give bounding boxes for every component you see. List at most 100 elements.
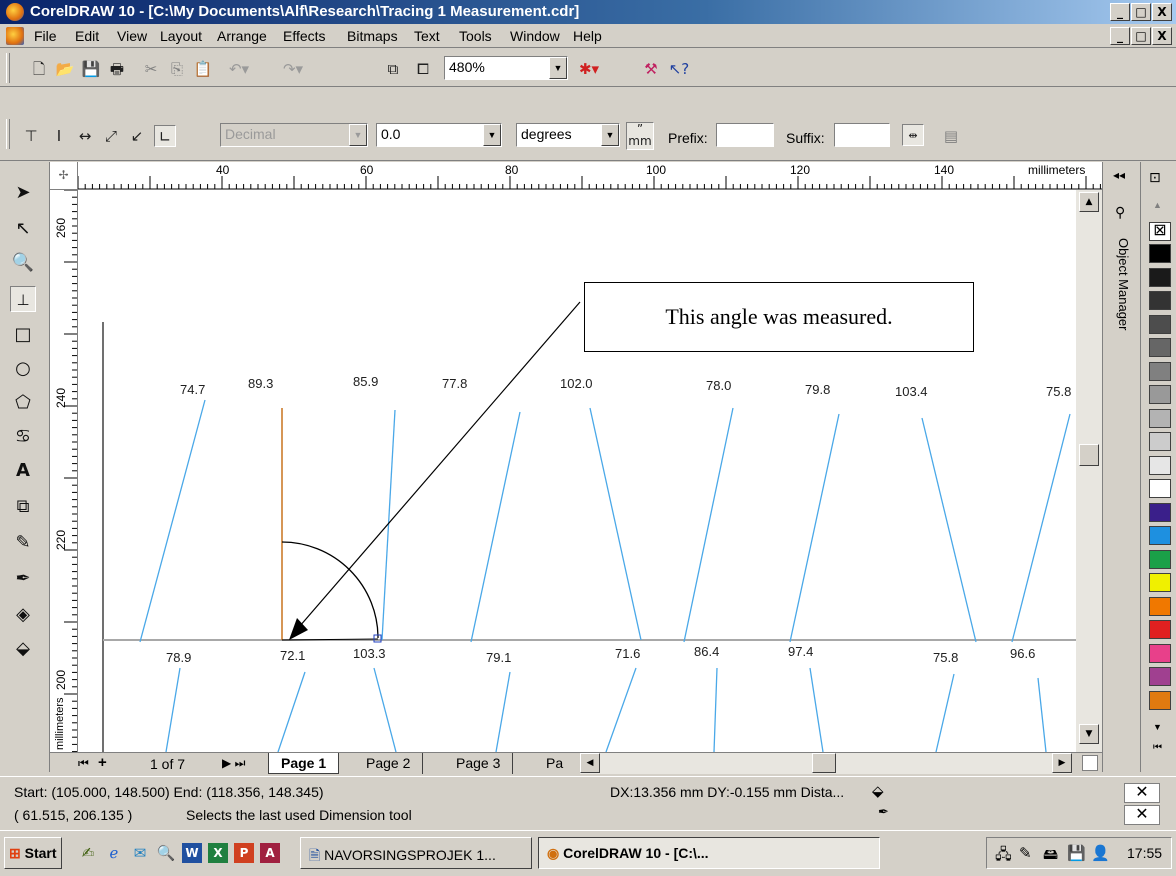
show-units-toggle[interactable]: ” mm	[626, 122, 654, 150]
scroll-up-arrow-icon[interactable]: ▲	[1079, 192, 1099, 212]
pick-tool-icon[interactable]: ➤	[10, 180, 36, 206]
text-position-icon[interactable]: ▤	[940, 125, 962, 147]
prefix-input[interactable]	[716, 123, 774, 147]
no-fill-swatch[interactable]: ⊠	[1149, 222, 1171, 241]
ellipse-tool-icon[interactable]: ○	[10, 356, 36, 382]
scroll-right-arrow-icon[interactable]: ▶	[1052, 753, 1072, 773]
object-manager-tab[interactable]: Object Manager	[1115, 238, 1131, 331]
outline-none-swatch[interactable]: ✕	[1124, 805, 1160, 825]
property-bar-grip[interactable]	[6, 119, 10, 149]
quicklaunch-powerpoint-icon[interactable]: P	[234, 843, 254, 863]
drawing-canvas[interactable]: This angle was measured. 74.7 89.3 85.9 …	[78, 190, 1076, 752]
tray-icon-1[interactable]: 🖧	[995, 844, 1012, 869]
callout-box[interactable]: This angle was measured.	[584, 282, 974, 352]
view-manager-icon[interactable]	[1082, 755, 1098, 771]
scroll-down-arrow-icon[interactable]: ▼	[1079, 724, 1099, 744]
maximize-button[interactable]: □	[1131, 3, 1151, 21]
eyedropper-icon[interactable]: ✎	[10, 530, 36, 556]
polygon-tool-icon[interactable]: ⬠	[10, 390, 36, 416]
angular-dimension-icon[interactable]: ∟	[154, 125, 176, 147]
color-swatch[interactable]	[1149, 244, 1171, 263]
menu-layout[interactable]: Layout	[160, 28, 202, 44]
object-manager-icon[interactable]: ⚲	[1115, 204, 1125, 221]
color-swatch[interactable]	[1149, 549, 1171, 569]
start-button[interactable]: ⊞ Start	[4, 837, 62, 869]
quicklaunch-outlook-icon[interactable]: ✉	[130, 843, 150, 863]
corel-online-icon[interactable]: ✱▾	[578, 58, 600, 80]
print-icon[interactable]: 🖶	[106, 58, 128, 80]
new-icon[interactable]: 🗋	[28, 58, 50, 80]
tab-page-3[interactable]: Page 3	[444, 753, 514, 774]
save-icon[interactable]: 💾	[80, 58, 102, 80]
color-swatch[interactable]	[1149, 314, 1171, 334]
task-word-document[interactable]: 🗎 NAVORSINGSPROJEK 1...	[300, 837, 532, 869]
menu-help[interactable]: Help	[573, 28, 602, 44]
quicklaunch-excel-icon[interactable]: X	[208, 843, 228, 863]
zoom-tool-icon[interactable]: 🔍	[10, 250, 36, 276]
color-swatch[interactable]	[1149, 479, 1171, 498]
outline-indicator-icon[interactable]: ✒	[878, 805, 889, 820]
minimize-button[interactable]: _	[1110, 3, 1130, 21]
color-swatch[interactable]	[1149, 291, 1171, 310]
color-swatch[interactable]	[1149, 690, 1171, 710]
interactive-blend-icon[interactable]: ⧉	[10, 494, 36, 520]
export-icon[interactable]: ⧠	[412, 58, 434, 80]
whats-this-icon[interactable]: ↖?	[668, 58, 690, 80]
chevron-down-icon[interactable]: ▼	[601, 124, 619, 146]
scroll-left-arrow-icon[interactable]: ◀	[580, 753, 600, 773]
palette-scroll-up-icon[interactable]: ▲	[1153, 200, 1162, 210]
docker-collapse-icon[interactable]: ◂◂	[1113, 168, 1125, 182]
next-page-icon[interactable]: ▶ ⏭	[222, 756, 245, 771]
first-page-icon[interactable]: ⏮	[78, 756, 89, 771]
color-swatch[interactable]	[1149, 573, 1171, 592]
coreldraw-app-icon[interactable]	[6, 3, 24, 21]
paste-icon[interactable]: 📋	[192, 58, 214, 80]
open-icon[interactable]: 📂	[54, 58, 76, 80]
copy-icon[interactable]: ⎘	[166, 58, 188, 80]
vertical-dimension-icon[interactable]: Ⅰ	[48, 125, 70, 147]
interactive-fill-icon[interactable]: ⬙	[10, 636, 36, 662]
chevron-down-icon[interactable]: ▼	[349, 124, 367, 146]
vertical-ruler[interactable]: 260 240 220 200 millimeters	[50, 190, 78, 752]
horizontal-scroll-thumb[interactable]	[812, 753, 836, 773]
shape-tool-icon[interactable]: ↖	[10, 216, 36, 242]
palette-flyout-icon[interactable]: ⊡	[1149, 170, 1161, 186]
fill-tool-icon[interactable]: ◈	[10, 602, 36, 628]
rectangle-tool-icon[interactable]: □	[10, 322, 36, 348]
palette-end-icon[interactable]: ⏮	[1153, 742, 1162, 753]
color-swatch[interactable]	[1149, 267, 1171, 287]
color-swatch[interactable]	[1149, 455, 1171, 475]
color-swatch[interactable]	[1149, 361, 1171, 381]
quicklaunch-word-icon[interactable]: W	[182, 843, 202, 863]
menu-arrange[interactable]: Arrange	[217, 28, 267, 44]
tray-icon-2[interactable]: ✎	[1019, 844, 1032, 862]
quicklaunch-desktop-icon[interactable]: ✍	[78, 843, 98, 863]
auto-dimension-icon[interactable]: ⊤	[20, 125, 42, 147]
color-swatch[interactable]	[1149, 596, 1171, 616]
ruler-origin-icon[interactable]: ✢	[50, 162, 78, 190]
close-button[interactable]: X	[1152, 3, 1172, 21]
dimension-tool-icon[interactable]: ⊥	[10, 286, 36, 312]
precision-combo[interactable]: 0.0 ▼	[376, 123, 502, 147]
text-tool-icon[interactable]: A	[10, 458, 36, 484]
slanted-dimension-icon[interactable]: ⤢	[100, 125, 122, 147]
color-swatch[interactable]	[1149, 385, 1171, 404]
tray-icon-5[interactable]: 👤	[1091, 844, 1110, 862]
units-combo[interactable]: degrees ▼	[516, 123, 620, 147]
zoom-combo[interactable]: 480% ▼	[444, 56, 568, 80]
fill-none-swatch[interactable]: ✕	[1124, 783, 1160, 803]
quicklaunch-access-icon[interactable]: A	[260, 843, 280, 863]
tray-icon-3[interactable]: 🖴	[1043, 844, 1058, 869]
menu-bitmaps[interactable]: Bitmaps	[347, 28, 398, 44]
color-swatch[interactable]	[1149, 338, 1171, 357]
task-coreldraw[interactable]: ◉ CorelDRAW 10 - [C:\...	[538, 837, 880, 869]
fill-indicator-icon[interactable]: ⬙	[872, 782, 884, 800]
suffix-input[interactable]	[834, 123, 890, 147]
tab-page-1[interactable]: Page 1	[268, 753, 340, 774]
doc-close-button[interactable]: X	[1152, 27, 1172, 45]
quicklaunch-search-icon[interactable]: 🔍	[156, 843, 176, 863]
basic-shapes-icon[interactable]: ♋	[10, 424, 36, 450]
horizontal-scrollbar[interactable]: ◀ ▶	[580, 753, 1072, 774]
document-icon[interactable]	[6, 27, 24, 45]
quicklaunch-ie-icon[interactable]: ℯ	[104, 843, 124, 863]
